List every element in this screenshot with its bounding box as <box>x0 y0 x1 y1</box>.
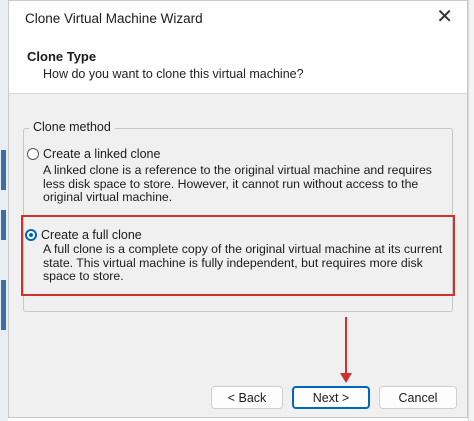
wizard-footer: < Back Next > Cancel <box>9 381 467 417</box>
linked-clone-label: Create a linked clone <box>43 147 161 161</box>
background-scrollbar <box>468 0 474 421</box>
background-bar <box>1 150 6 190</box>
window-title: Clone Virtual Machine Wizard <box>25 11 203 26</box>
next-button[interactable]: Next > <box>292 386 370 409</box>
cancel-button[interactable]: Cancel <box>379 386 457 409</box>
page-subtitle: How do you want to clone this virtual ma… <box>43 67 304 81</box>
annotation-arrow <box>345 317 347 377</box>
close-icon[interactable]: ✕ <box>436 7 453 27</box>
linked-clone-option[interactable]: Create a linked clone <box>27 147 160 161</box>
title-bar: Clone Virtual Machine Wizard ✕ <box>9 1 467 37</box>
page-title: Clone Type <box>27 49 97 64</box>
full-clone-option[interactable]: Create a full clone <box>25 228 142 242</box>
full-clone-description: A full clone is a complete copy of the o… <box>43 242 443 283</box>
wizard-header: Clone Type How do you want to clone this… <box>9 37 467 94</box>
clone-wizard-dialog: Clone Virtual Machine Wizard ✕ Clone Typ… <box>8 0 468 418</box>
radio-linked-clone[interactable] <box>27 148 39 160</box>
back-button[interactable]: < Back <box>211 386 283 409</box>
radio-full-clone[interactable] <box>25 229 37 241</box>
background-app-strip <box>0 0 8 421</box>
background-bar <box>1 280 6 330</box>
background-bar <box>1 210 6 240</box>
full-clone-label: Create a full clone <box>41 228 142 242</box>
clone-method-label: Clone method <box>29 120 115 134</box>
linked-clone-description: A linked clone is a reference to the ori… <box>43 163 432 204</box>
